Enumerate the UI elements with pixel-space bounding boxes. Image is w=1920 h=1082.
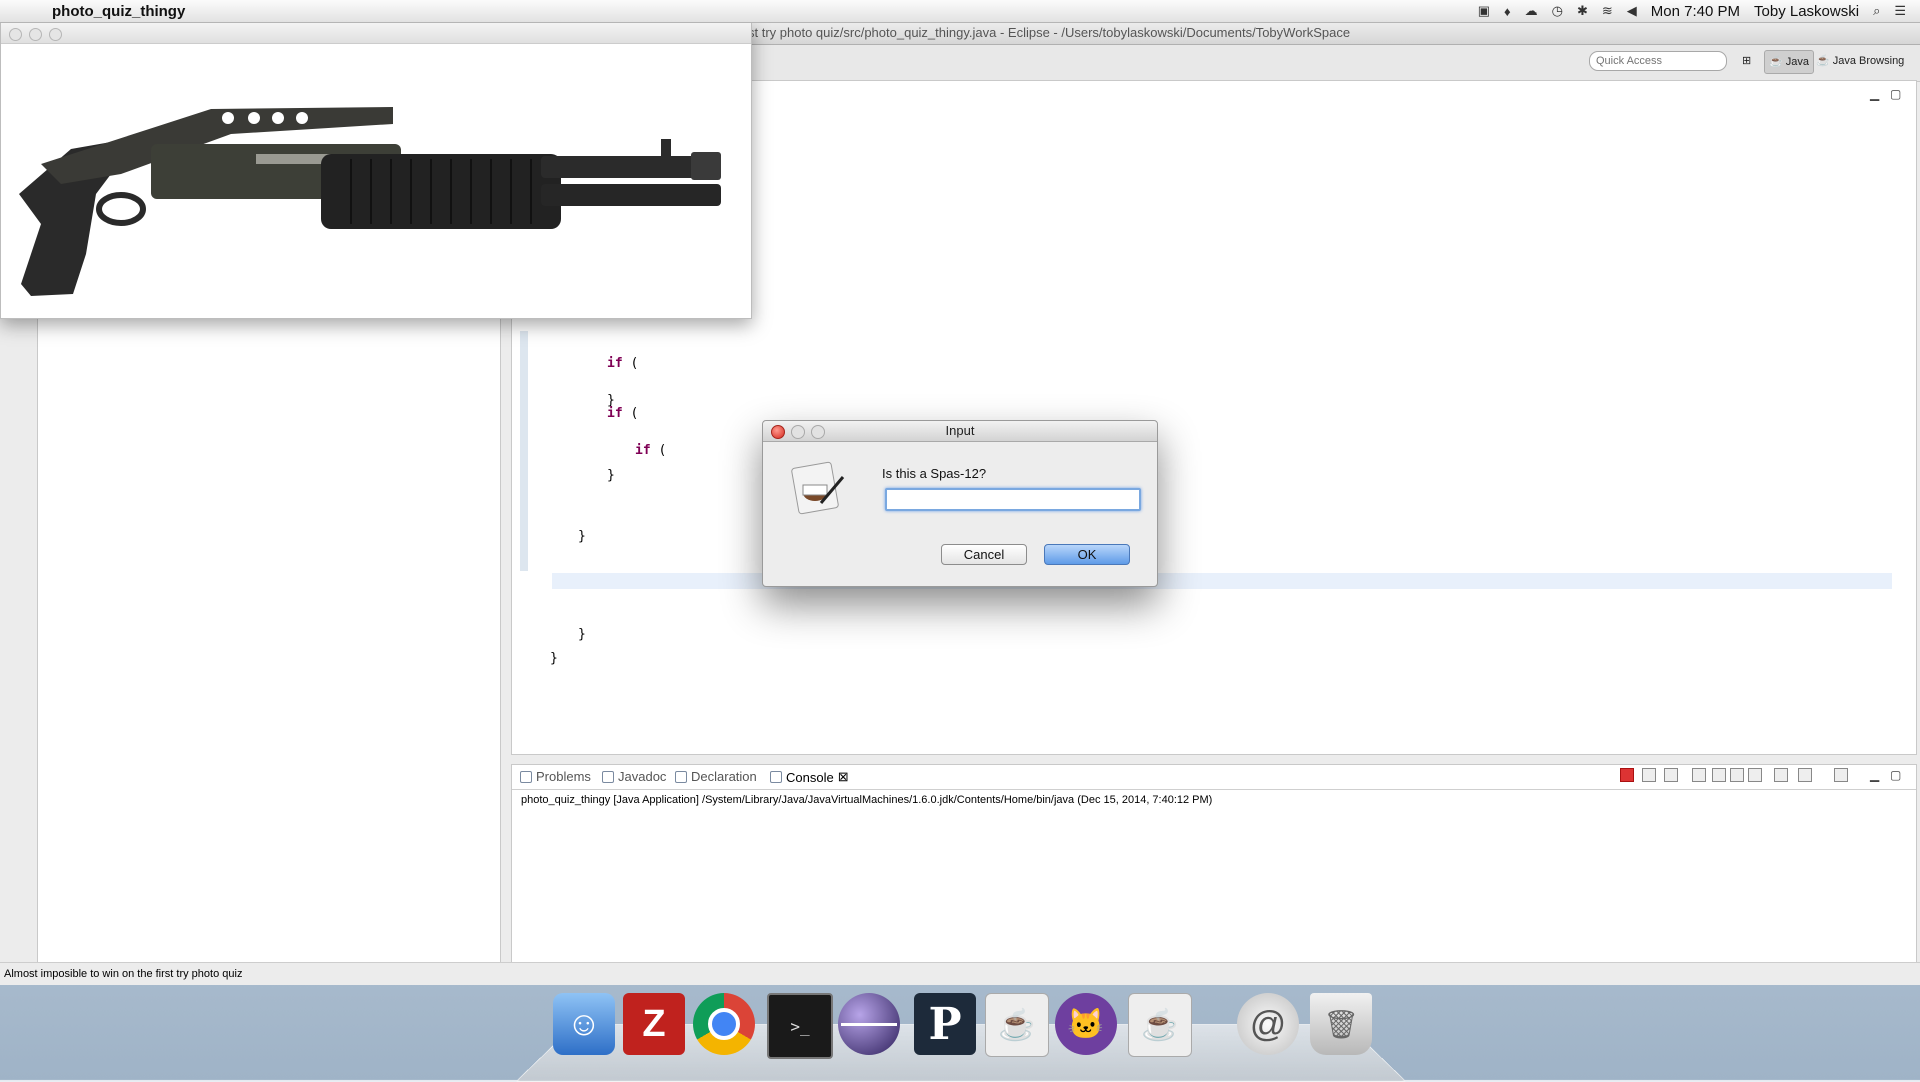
finder-icon[interactable]: ☺: [553, 993, 615, 1055]
dialog-titlebar: Input: [763, 421, 1157, 442]
new-console-icon[interactable]: [1834, 768, 1848, 782]
tab-javadoc[interactable]: Javadoc: [602, 769, 666, 784]
current-line-highlight: [552, 573, 1892, 589]
time-machine-icon[interactable]: ◷: [1552, 3, 1563, 19]
code-line: }: [578, 627, 586, 642]
app-menu-name[interactable]: photo_quiz_thingy: [52, 3, 185, 20]
user-name[interactable]: Toby Laskowski: [1754, 3, 1859, 20]
java-icon[interactable]: ☕: [1128, 993, 1192, 1057]
close-tab-icon[interactable]: ⊠: [838, 769, 849, 785]
eclipse-icon[interactable]: [838, 993, 900, 1055]
cancel-button[interactable]: Cancel: [941, 544, 1027, 565]
console-panel: Problems Javadoc Declaration Console ⊠ ▁…: [511, 764, 1917, 976]
terminate-icon[interactable]: [1620, 768, 1634, 782]
pin-console-icon[interactable]: [1774, 768, 1788, 782]
minimize-icon[interactable]: ▁: [1870, 87, 1879, 101]
cloud-icon[interactable]: ☁: [1525, 3, 1538, 19]
status-text: Almost imposible to win on the first try…: [4, 968, 243, 980]
menu-extras: ▣ ♦ ☁ ◷ ✱ ≋ ◀ Mon 7:40 PM Toby Laskowski…: [1478, 3, 1920, 20]
trash-icon[interactable]: 🗑: [1310, 993, 1372, 1055]
photo-quiz-window: [0, 22, 752, 319]
github-icon[interactable]: 🐱: [1055, 993, 1117, 1055]
eclipse-window-title: st try photo quiz/src/photo_quiz_thingy.…: [748, 25, 1351, 40]
wifi-icon[interactable]: ≋: [1602, 3, 1613, 19]
screen-icon[interactable]: ▣: [1478, 3, 1490, 19]
console-tabs: Problems Javadoc Declaration Console ⊠ ▁…: [512, 765, 1916, 790]
clear-console-icon[interactable]: [1692, 768, 1706, 782]
p-app-icon[interactable]: P: [914, 993, 976, 1055]
javadoc-icon: [602, 770, 614, 783]
menu-clock[interactable]: Mon 7:40 PM: [1651, 3, 1740, 20]
perspective-java[interactable]: ☕ Java: [1764, 50, 1815, 74]
perspective-java-browsing[interactable]: ☕ Java Browsing: [1812, 50, 1908, 72]
status-bar: Almost imposible to win on the first try…: [0, 962, 1920, 985]
filezilla-icon[interactable]: Z: [623, 993, 685, 1055]
console-output: photo_quiz_thingy [Java Application] /Sy…: [521, 794, 1213, 806]
zoom-icon[interactable]: [811, 425, 825, 439]
code-line: }: [550, 651, 558, 666]
tab-problems[interactable]: Problems: [520, 769, 591, 784]
tab-console[interactable]: Console ⊠: [770, 769, 849, 785]
declaration-icon: [675, 770, 687, 783]
ok-button[interactable]: OK: [1044, 544, 1130, 565]
photo-window-titlebar: [1, 23, 751, 44]
minimize-icon[interactable]: [29, 28, 42, 41]
scroll-lock-icon[interactable]: [1712, 768, 1726, 782]
show-console-icon[interactable]: [1748, 768, 1762, 782]
minimize-icon[interactable]: [791, 425, 805, 439]
menu-bar: photo_quiz_thingy ▣ ♦ ☁ ◷ ✱ ≋ ◀ Mon 7:40…: [0, 0, 1920, 23]
display-console-icon[interactable]: [1798, 768, 1812, 782]
shotgun-image: [19, 107, 721, 296]
word-wrap-icon[interactable]: [1730, 768, 1744, 782]
minimize-icon[interactable]: ▁: [1870, 768, 1879, 782]
code-line: }: [578, 529, 586, 544]
tab-declaration[interactable]: Declaration: [675, 769, 757, 784]
maximize-icon[interactable]: ▢: [1890, 768, 1901, 782]
console-icon: [770, 771, 782, 783]
code-line: if (: [635, 443, 667, 458]
java-coffee-icon: [791, 461, 845, 515]
volume-icon[interactable]: ◀: [1627, 3, 1637, 19]
problems-icon: [520, 770, 532, 783]
java-icon[interactable]: ☕: [985, 993, 1049, 1057]
code-line: if (: [607, 356, 639, 371]
input-dialog: Input Is this a Spas-12? Cancel OK: [762, 420, 1158, 587]
remove-launch-icon[interactable]: [1642, 768, 1656, 782]
zoom-icon[interactable]: [49, 28, 62, 41]
spotlight-icon[interactable]: ⌕: [1873, 3, 1880, 19]
close-icon[interactable]: [9, 28, 22, 41]
list-icon[interactable]: ☰: [1894, 3, 1906, 19]
dialog-title: Input: [945, 423, 975, 438]
close-icon[interactable]: [771, 425, 785, 439]
maximize-icon[interactable]: ▢: [1890, 87, 1901, 101]
answer-input[interactable]: [885, 488, 1141, 511]
chrome-icon[interactable]: [693, 993, 755, 1055]
code-line: }: [607, 468, 615, 483]
bluetooth-icon[interactable]: ✱: [1577, 3, 1588, 19]
notification-icon[interactable]: ♦: [1504, 4, 1511, 19]
open-perspective-icon[interactable]: ⊞: [1738, 50, 1755, 72]
remove-all-icon[interactable]: [1664, 768, 1678, 782]
editor-gutter: [520, 331, 528, 571]
code-line: if (: [607, 406, 639, 421]
dialog-prompt: Is this a Spas-12?: [882, 466, 987, 481]
quick-access-input[interactable]: [1589, 51, 1727, 71]
mail-icon[interactable]: @: [1237, 993, 1299, 1055]
package-explorer-panel: [37, 262, 501, 976]
terminal-icon[interactable]: >_: [767, 993, 833, 1059]
